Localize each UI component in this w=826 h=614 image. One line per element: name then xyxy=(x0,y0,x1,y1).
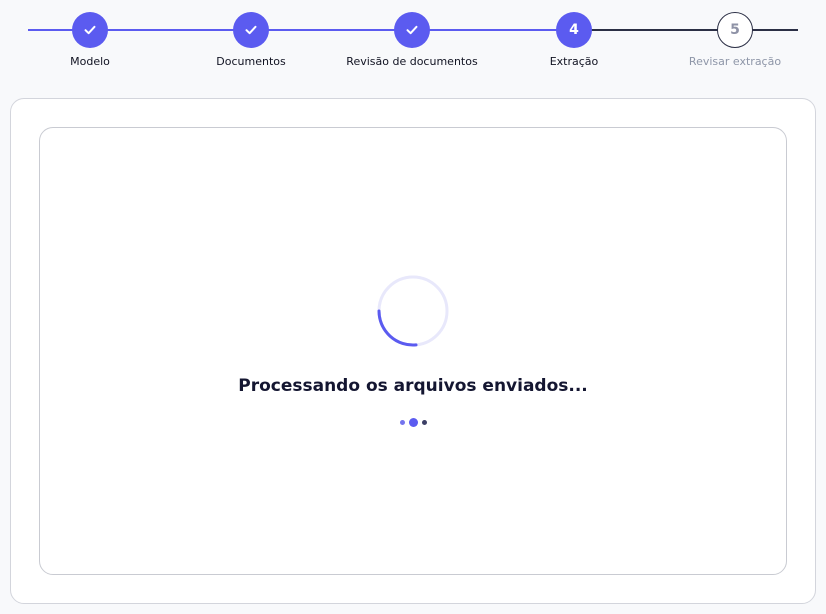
step-5-label[interactable]: Revisar extração xyxy=(645,55,825,68)
loading-dot xyxy=(408,418,418,427)
step-4-label[interactable]: Extração xyxy=(484,55,664,68)
step-2-circle[interactable] xyxy=(233,12,269,48)
step-1-label[interactable]: Modelo xyxy=(0,55,180,68)
stepper-track-completed xyxy=(28,29,574,31)
loading-dot xyxy=(399,420,405,425)
step-3-circle[interactable] xyxy=(394,12,430,48)
checkmark-icon xyxy=(245,25,257,35)
step-4-circle[interactable]: 4 xyxy=(556,12,592,48)
loading-spinner-icon xyxy=(377,275,449,347)
step-2-label[interactable]: Documentos xyxy=(161,55,341,68)
processing-message: Processando os arquivos enviados... xyxy=(238,376,588,396)
content-card: Processando os arquivos enviados... xyxy=(10,98,816,604)
loading-dots xyxy=(40,418,786,427)
loading-dot xyxy=(421,420,427,425)
step-3-label[interactable]: Revisão de documentos xyxy=(322,55,502,68)
step-5-number: 5 xyxy=(730,22,740,38)
step-5-circle[interactable]: 5 xyxy=(717,12,753,48)
checkmark-icon xyxy=(84,25,96,35)
checkmark-icon xyxy=(406,25,418,35)
progress-stepper: Modelo Documentos Revisão de documentos … xyxy=(0,0,826,80)
processing-panel: Processando os arquivos enviados... xyxy=(39,127,787,575)
step-4-number: 4 xyxy=(569,22,579,38)
stepper-track-remaining xyxy=(574,29,798,31)
step-1-circle[interactable] xyxy=(72,12,108,48)
